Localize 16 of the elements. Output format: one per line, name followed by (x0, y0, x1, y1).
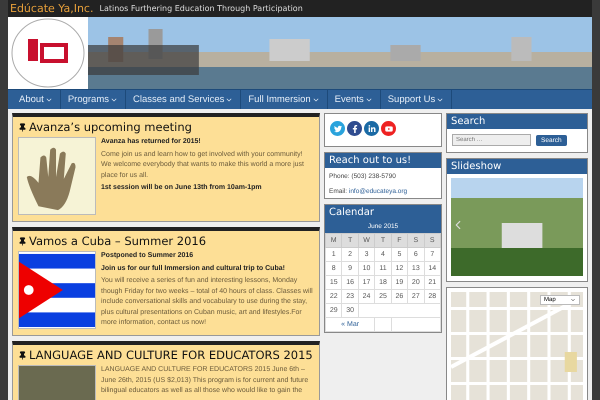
pin-icon (18, 122, 27, 132)
caret-icon (570, 297, 576, 303)
pin-icon (18, 350, 27, 360)
site-title[interactable]: Edúcate Ya,Inc. (10, 2, 94, 15)
widget-title: Reach out to us! (325, 153, 441, 168)
post-title[interactable]: LANGUAGE AND CULTURE FOR EDUCATORS 2015 (29, 348, 313, 362)
widget-title: Calendar (325, 205, 441, 220)
widget-title: Slideshow (447, 159, 587, 174)
site-tagline: Latinos Furthering Education Through Participation (99, 4, 303, 13)
facebook-icon[interactable] (347, 121, 362, 136)
widget-title: Search (447, 114, 587, 129)
post-title[interactable]: Vamos a Cuba – Summer 2016 (29, 234, 206, 248)
linkedin-icon[interactable] (364, 121, 379, 136)
pin-icon (18, 236, 27, 246)
post-title[interactable]: Avanza’s upcoming meeting (29, 120, 192, 134)
youtube-icon[interactable] (381, 121, 396, 136)
